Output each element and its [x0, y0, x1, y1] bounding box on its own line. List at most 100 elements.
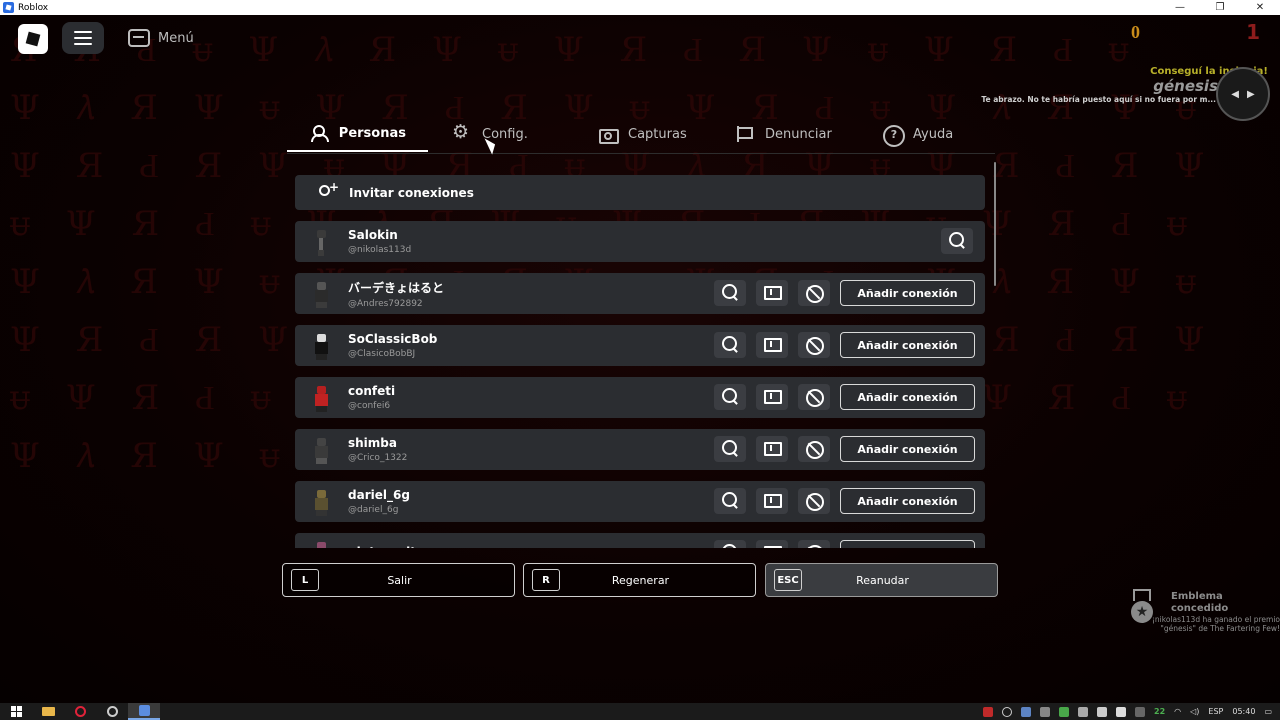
- avatar: [309, 540, 333, 548]
- flag-icon: [735, 125, 755, 143]
- add-connection-button[interactable]: Añadir conexión: [840, 384, 975, 410]
- block-button[interactable]: [798, 488, 830, 514]
- inspect-button[interactable]: [714, 488, 746, 514]
- resume-button[interactable]: ESC Reanudar: [765, 563, 998, 597]
- inspect-button[interactable]: [714, 436, 746, 462]
- tray-badge[interactable]: 22: [1154, 707, 1165, 716]
- chevron-left-icon[interactable]: ◀: [1231, 89, 1239, 100]
- keycap: ESC: [774, 569, 802, 591]
- roblox-taskbar-icon[interactable]: [128, 703, 160, 720]
- player-row[interactable]: バーデきょはると @Andres792892 Añadir conexión: [295, 273, 985, 314]
- report-button[interactable]: [756, 280, 788, 306]
- inspect-button[interactable]: [941, 228, 973, 254]
- emblem-description: ¡nikolas113d ha ganado el premio "génesi…: [1151, 615, 1280, 633]
- block-button[interactable]: [798, 384, 830, 410]
- add-connection-button[interactable]: Añadir conexión: [840, 488, 975, 514]
- block-button[interactable]: [798, 540, 830, 548]
- start-button[interactable]: [0, 703, 32, 720]
- notification-icon[interactable]: ▭: [1264, 707, 1272, 716]
- language-indicator[interactable]: ESP: [1208, 707, 1223, 716]
- player-name: Salokin: [348, 228, 398, 242]
- maximize-button[interactable]: ❐: [1200, 2, 1240, 13]
- add-connection-button[interactable]: Añadir conexión: [840, 540, 975, 548]
- tab-capturas[interactable]: Capturas: [578, 116, 719, 152]
- add-person-icon: [317, 180, 339, 201]
- player-name: dariel_6g: [348, 488, 410, 502]
- opera-icon[interactable]: [64, 703, 96, 720]
- wifi-icon[interactable]: ◠: [1174, 707, 1181, 716]
- player-row[interactable]: confeti @confei6 Añadir conexión: [295, 377, 985, 418]
- report-button[interactable]: [756, 384, 788, 410]
- player-handle: @Crico_1322: [348, 453, 408, 463]
- menu-chip[interactable]: Menú: [128, 26, 194, 50]
- inspect-button[interactable]: [714, 280, 746, 306]
- player-row[interactable]: dariel_6g @dariel_6g Añadir conexión: [295, 481, 985, 522]
- tray-icon[interactable]: [983, 706, 993, 717]
- battery-icon[interactable]: [1116, 706, 1126, 717]
- inspect-button[interactable]: [714, 384, 746, 410]
- tray-icon[interactable]: [1078, 706, 1088, 717]
- window-controls: — ❐ ✕: [1160, 2, 1280, 13]
- player-row-self[interactable]: Salokin @nikolas113d: [295, 221, 985, 262]
- close-window-button[interactable]: ✕: [1240, 2, 1280, 13]
- block-button[interactable]: [798, 332, 830, 358]
- player-row[interactable]: SoClassicBob @ClasicoBobBJ Añadir conexi…: [295, 325, 985, 366]
- clock[interactable]: 05:40: [1232, 707, 1255, 716]
- report-button[interactable]: [756, 436, 788, 462]
- tab-denunciar[interactable]: Denunciar: [719, 116, 867, 152]
- hamburger-menu-button[interactable]: [62, 22, 104, 54]
- add-connection-button[interactable]: Añadir conexión: [840, 280, 975, 306]
- magnifier-icon: [722, 492, 738, 510]
- leave-button[interactable]: L Salir: [282, 563, 515, 597]
- people-list[interactable]: Invitar conexiones Salokin @nikolas113d …: [295, 166, 985, 548]
- app-icon[interactable]: [96, 703, 128, 720]
- block-button[interactable]: [798, 280, 830, 306]
- tab-config[interactable]: Config.: [428, 116, 578, 152]
- player-name: SoClassicBob: [348, 332, 438, 346]
- minimize-button[interactable]: —: [1160, 2, 1200, 13]
- tray-icon[interactable]: [1135, 706, 1145, 717]
- file-explorer-icon[interactable]: [32, 703, 64, 720]
- report-flag-icon: [764, 544, 782, 548]
- chat-bubble-icon: [128, 29, 150, 47]
- player-name: バーデきょはると: [348, 280, 445, 295]
- button-label: Reanudar: [856, 573, 909, 587]
- menu-tabs: Personas Config. Capturas Denunciar Ayud…: [287, 116, 995, 154]
- avatar: [309, 228, 333, 256]
- player-row[interactable]: shimba @Crico_1322 Añadir conexión: [295, 429, 985, 470]
- report-button[interactable]: [756, 540, 788, 548]
- add-connection-button[interactable]: Añadir conexión: [840, 332, 975, 358]
- badge-toast-description: Te abrazo. No te habría puesto aquí si n…: [981, 95, 1216, 104]
- report-button[interactable]: [756, 488, 788, 514]
- respawn-button[interactable]: R Regenerar: [523, 563, 756, 597]
- tray-icon[interactable]: [1059, 706, 1069, 717]
- tab-ayuda[interactable]: Ayuda: [867, 116, 995, 152]
- inspect-button[interactable]: [714, 540, 746, 548]
- player-name: confeti: [348, 384, 396, 398]
- system-tray: 22 ◠ ◁) ESP 05:40 ▭: [983, 706, 1280, 717]
- button-label: Regenerar: [611, 573, 670, 587]
- magnifier-icon: [949, 232, 965, 250]
- carousel-nav-control[interactable]: ◀ ▶: [1216, 67, 1270, 121]
- chevron-right-icon[interactable]: ▶: [1247, 89, 1255, 100]
- player-row[interactable]: plutarquito Añadir conexión: [295, 533, 985, 548]
- tray-icon[interactable]: [1040, 706, 1050, 717]
- roblox-logo-button[interactable]: [18, 24, 48, 54]
- avatar: [309, 332, 333, 360]
- tray-icon[interactable]: [1021, 706, 1031, 717]
- magnifier-icon: [722, 336, 738, 354]
- badge-toast-name: génesis: [1153, 77, 1218, 95]
- invite-connections-button[interactable]: Invitar conexiones: [295, 175, 985, 210]
- add-connection-button[interactable]: Añadir conexión: [840, 436, 975, 462]
- block-icon: [806, 388, 824, 407]
- player-handle: @nikolas113d: [348, 245, 412, 255]
- tray-icon[interactable]: [1097, 706, 1107, 717]
- list-scrollbar[interactable]: [994, 162, 996, 286]
- tray-icon[interactable]: [1002, 706, 1012, 717]
- hud-score-left: 0: [1131, 22, 1140, 42]
- volume-icon[interactable]: ◁): [1190, 707, 1199, 716]
- inspect-button[interactable]: [714, 332, 746, 358]
- block-button[interactable]: [798, 436, 830, 462]
- tab-personas[interactable]: Personas: [287, 116, 428, 152]
- report-button[interactable]: [756, 332, 788, 358]
